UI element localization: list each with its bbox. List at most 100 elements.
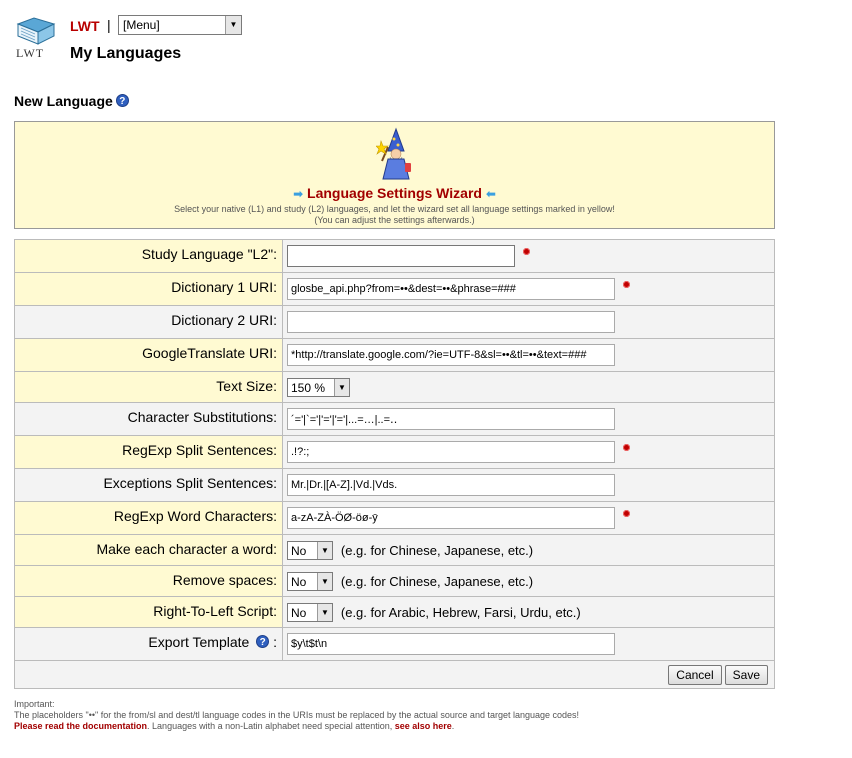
char-substitutions-cell: ´='|`='|'='|'='|...=…|..=‥ bbox=[282, 402, 775, 436]
dictionary-1-input[interactable]: glosbe_api.php?from=••&dest=••&phrase=##… bbox=[287, 278, 615, 300]
row-text-size: Text Size: 150 % ▼ bbox=[14, 371, 775, 403]
required-dot-icon bbox=[623, 280, 630, 288]
row-exceptions-split: Exceptions Split Sentences: Mr.|Dr.|[A-Z… bbox=[14, 468, 775, 502]
text-size-label: Text Size: bbox=[14, 371, 283, 403]
exceptions-split-input[interactable]: Mr.|Dr.|[A-Z].|Vd.|Vds. bbox=[287, 474, 615, 496]
footnote-end: . bbox=[451, 721, 455, 731]
googletranslate-input[interactable]: *http://translate.google.com/?ie=UTF-8&s… bbox=[287, 344, 615, 366]
row-dictionary-1: Dictionary 1 URI: glosbe_api.php?from=••… bbox=[14, 272, 775, 306]
language-settings-wizard: ➡ Language Settings Wizard ⬅ Select your… bbox=[14, 121, 775, 229]
googletranslate-cell: *http://translate.google.com/?ie=UTF-8&s… bbox=[282, 338, 775, 372]
row-remove-spaces: Remove spaces: No ▼ (e.g. for Chinese, Ja… bbox=[14, 565, 775, 597]
googletranslate-label: GoogleTranslate URI: bbox=[14, 338, 283, 372]
regexp-split-input[interactable]: .!?:; bbox=[287, 441, 615, 463]
lwt-logo[interactable]: LWT bbox=[14, 14, 58, 60]
study-language-input[interactable] bbox=[287, 245, 515, 267]
split-each-char-label: Make each character a word: bbox=[14, 534, 283, 566]
arrow-right-icon: ➡ bbox=[293, 187, 304, 201]
remove-spaces-label: Remove spaces: bbox=[14, 565, 283, 597]
remove-spaces-select[interactable]: No ▼ bbox=[287, 571, 333, 591]
rtl-value: No bbox=[291, 605, 307, 620]
page-title: My Languages bbox=[70, 45, 182, 62]
wizard-desc-line2: (You can adjust the settings afterwards.… bbox=[314, 215, 475, 225]
dictionary-2-input[interactable] bbox=[287, 311, 615, 333]
required-dot-icon bbox=[623, 509, 630, 517]
row-study-language: Study Language "L2": bbox=[14, 239, 775, 273]
help-icon[interactable]: ? bbox=[115, 94, 129, 107]
footnote-docs-line: Please read the documentation. Languages… bbox=[14, 721, 579, 732]
wizard-desc-line1: Select your native (L1) and study (L2) l… bbox=[174, 204, 615, 214]
see-also-link[interactable]: see also here bbox=[395, 721, 452, 731]
remove-spaces-cell: No ▼ (e.g. for Chinese, Japanese, etc.) bbox=[282, 565, 775, 597]
rtl-hint: (e.g. for Arabic, Hebrew, Farsi, Urdu, e… bbox=[340, 604, 581, 620]
save-button[interactable]: Save bbox=[724, 664, 768, 685]
wizard-title-text[interactable]: Language Settings Wizard bbox=[307, 185, 482, 201]
regexp-split-cell: .!?:; bbox=[282, 435, 775, 469]
text-size-cell: 150 % ▼ bbox=[282, 371, 775, 403]
row-buttons: Cancel Save bbox=[14, 660, 775, 689]
wizard-icon[interactable] bbox=[376, 127, 416, 181]
split-each-char-value: No bbox=[291, 543, 307, 558]
footnote: Important: The placeholders "••" for the… bbox=[14, 699, 579, 732]
chevron-down-icon[interactable]: ▼ bbox=[225, 16, 241, 34]
menu-select-value: [Menu] bbox=[123, 18, 160, 32]
footnote-important: Important: bbox=[14, 699, 55, 709]
section-title-text: New Language bbox=[14, 93, 113, 109]
row-rtl: Right-To-Left Script: No ▼ (e.g. for Arab… bbox=[14, 596, 775, 628]
footnote-placeholders: The placeholders "••" for the from/sl an… bbox=[14, 710, 580, 720]
export-template-label: Export Template ? : bbox=[14, 627, 283, 661]
rtl-label: Right-To-Left Script: bbox=[14, 596, 283, 628]
lwt-home-link[interactable]: LWT bbox=[70, 18, 100, 34]
logo-text: LWT bbox=[16, 46, 45, 60]
chevron-down-icon[interactable]: ▼ bbox=[317, 603, 332, 621]
wizard-title[interactable]: ➡ Language Settings Wizard ⬅ bbox=[15, 185, 774, 201]
rtl-select[interactable]: No ▼ bbox=[287, 602, 333, 622]
read-docs-link[interactable]: Please read the documentation bbox=[14, 721, 147, 731]
export-template-label-text: Export Template bbox=[148, 634, 250, 650]
header-separator: | bbox=[107, 17, 111, 33]
row-googletranslate: GoogleTranslate URI: *http://translate.g… bbox=[14, 338, 775, 372]
dictionary-2-cell bbox=[282, 305, 775, 339]
buttons-cell: Cancel Save bbox=[14, 660, 775, 689]
book-icon bbox=[16, 17, 56, 45]
required-dot-icon bbox=[623, 443, 630, 451]
regexp-split-label: RegExp Split Sentences: bbox=[14, 435, 283, 469]
regexp-word-cell: a-zA-ZÀ-ÖØ-öø-ȳ bbox=[282, 501, 775, 535]
wizard-description: Select your native (L1) and study (L2) l… bbox=[15, 204, 774, 226]
text-size-select[interactable]: 150 % ▼ bbox=[287, 377, 350, 397]
arrow-left-icon: ⬅ bbox=[485, 187, 496, 201]
required-dot-icon bbox=[523, 247, 530, 255]
main-menu-select[interactable]: [Menu] ▼ bbox=[118, 15, 242, 35]
help-icon[interactable]: ? bbox=[256, 635, 270, 648]
exceptions-split-cell: Mr.|Dr.|[A-Z].|Vd.|Vds. bbox=[282, 468, 775, 502]
text-size-value: 150 % bbox=[291, 380, 326, 395]
export-template-label-suffix: : bbox=[269, 634, 277, 650]
char-substitutions-input[interactable]: ´='|`='|'='|'='|...=…|..=‥ bbox=[287, 408, 615, 430]
row-dictionary-2: Dictionary 2 URI: bbox=[14, 305, 775, 339]
export-template-cell: $y\t$t\n bbox=[282, 627, 775, 661]
regexp-word-label: RegExp Word Characters: bbox=[14, 501, 283, 535]
dictionary-1-label: Dictionary 1 URI: bbox=[14, 272, 283, 306]
row-char-substitutions: Character Substitutions: ´='|`='|'='|'='… bbox=[14, 402, 775, 436]
remove-spaces-hint: (e.g. for Chinese, Japanese, etc.) bbox=[340, 573, 534, 589]
export-template-input[interactable]: $y\t$t\n bbox=[287, 633, 615, 655]
language-form-table: Study Language "L2": Dictionary 1 URI: g… bbox=[14, 239, 775, 689]
split-each-char-cell: No ▼ (e.g. for Chinese, Japanese, etc.) bbox=[282, 534, 775, 566]
cancel-button[interactable]: Cancel bbox=[668, 664, 722, 685]
regexp-word-input[interactable]: a-zA-ZÀ-ÖØ-öø-ȳ bbox=[287, 507, 615, 529]
study-language-label: Study Language "L2": bbox=[14, 239, 283, 273]
chevron-down-icon[interactable]: ▼ bbox=[317, 572, 332, 590]
split-each-char-hint: (e.g. for Chinese, Japanese, etc.) bbox=[340, 542, 534, 558]
rtl-cell: No ▼ (e.g. for Arabic, Hebrew, Farsi, Urd… bbox=[282, 596, 775, 628]
dictionary-2-label: Dictionary 2 URI: bbox=[14, 305, 283, 339]
header: LWT LWT | [Menu] ▼ My Languages bbox=[14, 14, 414, 74]
row-export-template: Export Template ? : $y\t$t\n bbox=[14, 627, 775, 661]
section-title: New Language? bbox=[14, 93, 129, 109]
dictionary-1-cell: glosbe_api.php?from=••&dest=••&phrase=##… bbox=[282, 272, 775, 306]
chevron-down-icon[interactable]: ▼ bbox=[334, 378, 349, 396]
remove-spaces-value: No bbox=[291, 574, 307, 589]
char-substitutions-label: Character Substitutions: bbox=[14, 402, 283, 436]
chevron-down-icon[interactable]: ▼ bbox=[317, 541, 332, 559]
study-language-cell bbox=[282, 239, 775, 273]
split-each-char-select[interactable]: No ▼ bbox=[287, 540, 333, 560]
